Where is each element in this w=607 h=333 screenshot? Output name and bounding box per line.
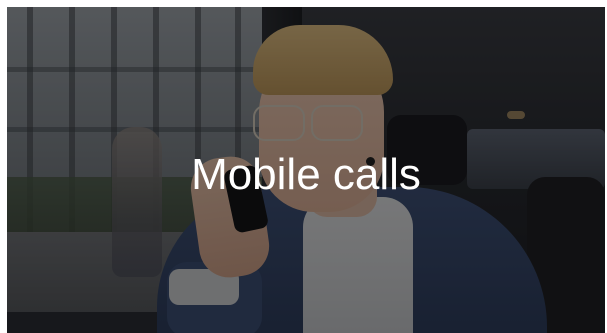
banner-caption: Mobile calls — [191, 150, 421, 199]
banner-frame: Mobile calls — [0, 0, 607, 333]
banner-photo: Mobile calls — [7, 7, 605, 333]
